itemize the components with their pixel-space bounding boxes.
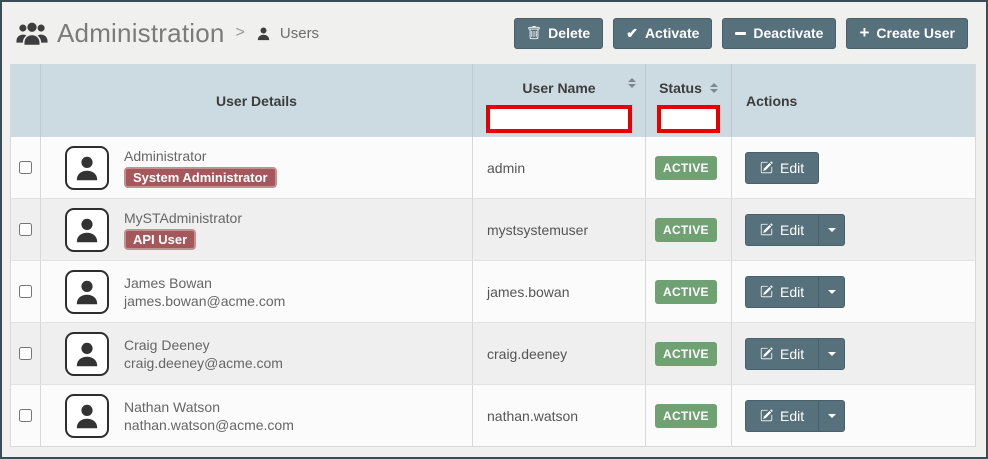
sort-icon[interactable] [628,78,636,88]
edit-dropdown-button[interactable] [818,276,845,308]
header-user-name: User Name [473,64,646,137]
trash-icon [527,26,541,40]
toolbar-buttons: Delete ✔ Activate Deactivate + Create Us… [514,18,968,49]
header-actions: Actions [732,64,975,137]
edit-button[interactable]: Edit [745,400,818,432]
user-name-filter-input[interactable] [486,105,632,133]
edit-button[interactable]: Edit [745,276,818,308]
header-status-label: Status [659,80,702,96]
user-display-name: James Bowan [124,275,212,291]
users-table: User Details User Name Status Actions [10,64,976,447]
avatar [65,146,109,190]
delete-button-label: Delete [548,25,590,41]
user-email: craig.deeney@acme.com [124,355,283,371]
page-title: Administration [57,18,225,49]
table-header: User Details User Name Status Actions [11,64,975,137]
edit-dropdown-button[interactable] [818,338,845,370]
deactivate-button-label: Deactivate [753,25,823,41]
header-user-name-label: User Name [522,80,595,96]
avatar [65,332,109,376]
row-checkbox[interactable] [19,347,32,360]
edit-dropdown-button[interactable] [818,400,845,432]
edit-button-label: Edit [780,222,804,238]
header-actions-label: Actions [746,93,975,109]
edit-icon [760,409,773,422]
user-email: nathan.watson@acme.com [124,417,294,433]
breadcrumb: Administration > Users [16,18,319,49]
header-checkbox-column [11,64,41,137]
plus-icon: + [859,26,869,40]
row-checkbox[interactable] [19,285,32,298]
activate-button[interactable]: ✔ Activate [613,18,712,49]
username-cell: craig.deeney [473,323,646,384]
edit-icon [760,223,773,236]
username-cell: james.bowan [473,261,646,322]
create-user-button-label: Create User [876,25,955,41]
header-status: Status [646,64,732,137]
create-user-button[interactable]: + Create User [846,18,968,49]
chevron-down-icon [828,228,836,232]
edit-button[interactable]: Edit [745,338,818,370]
edit-button-label: Edit [780,408,804,424]
edit-icon [760,347,773,360]
table-row: Administrator System Administrator admin… [11,137,975,198]
table-row: Craig Deeney craig.deeney@acme.com craig… [11,322,975,384]
status-badge: ACTIVE [655,218,717,242]
user-icon [256,26,271,41]
user-display-name: MySTAdministrator [124,210,242,226]
edit-button[interactable]: Edit [745,214,818,246]
edit-icon [760,285,773,298]
table-row: James Bowan james.bowan@acme.com james.b… [11,260,975,322]
check-icon: ✔ [626,25,638,42]
status-badge: ACTIVE [655,156,717,180]
avatar [65,394,109,438]
username-cell: mystsystemuser [473,199,646,260]
breadcrumb-separator: > [236,24,245,42]
status-badge: ACTIVE [655,404,717,428]
table-row: Nathan Watson nathan.watson@acme.com nat… [11,384,975,446]
breadcrumb-section: Users [280,25,319,42]
edit-button[interactable]: Edit [745,152,819,184]
chevron-down-icon [828,352,836,356]
edit-button-label: Edit [780,346,804,362]
table-body: Administrator System Administrator admin… [11,137,975,446]
status-filter-input[interactable] [657,105,720,133]
user-display-name: Nathan Watson [124,399,220,415]
user-display-name: Administrator [124,148,206,164]
users-group-icon [16,22,48,45]
chevron-down-icon [828,414,836,418]
row-checkbox[interactable] [19,223,32,236]
minus-icon [735,32,746,35]
row-checkbox[interactable] [19,409,32,422]
admin-window: Administration > Users Delete [0,0,988,459]
edit-icon [760,161,773,174]
user-email: james.bowan@acme.com [124,293,285,309]
delete-button[interactable]: Delete [514,18,603,49]
sort-icon[interactable] [710,83,718,93]
deactivate-button[interactable]: Deactivate [722,18,836,49]
status-badge: ACTIVE [655,280,717,304]
username-cell: admin [473,137,646,198]
avatar [65,270,109,314]
chevron-down-icon [828,290,836,294]
status-badge: ACTIVE [655,342,717,366]
role-badge: API User [124,229,196,250]
edit-button-label: Edit [780,284,804,300]
row-checkbox[interactable] [19,161,32,174]
avatar [65,208,109,252]
table-row: MySTAdministrator API User mystsystemuse… [11,198,975,260]
topbar: Administration > Users Delete [2,2,986,64]
activate-button-label: Activate [645,25,699,41]
username-cell: nathan.watson [473,385,646,446]
edit-dropdown-button[interactable] [818,214,845,246]
edit-button-label: Edit [780,160,804,176]
role-badge: System Administrator [124,167,277,188]
header-user-details: User Details [41,64,473,137]
header-user-details-label: User Details [216,93,297,109]
user-display-name: Craig Deeney [124,337,210,353]
